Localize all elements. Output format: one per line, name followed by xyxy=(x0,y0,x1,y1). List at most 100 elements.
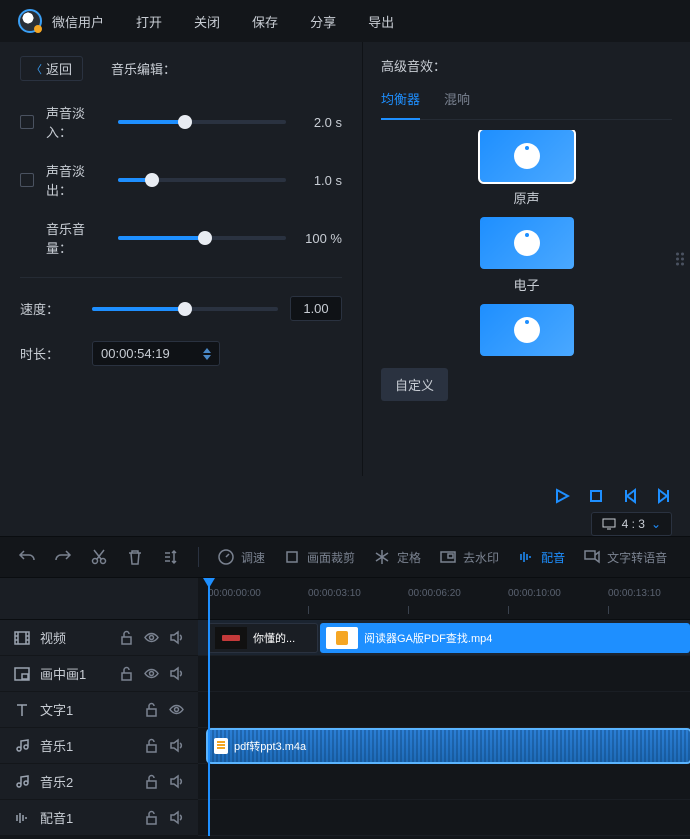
sound-icon[interactable] xyxy=(169,810,184,825)
music2-lane[interactable] xyxy=(198,764,690,800)
pip-lane[interactable] xyxy=(198,656,690,692)
tts-icon xyxy=(583,548,601,566)
ruler-tick: 00:00:03:10 xyxy=(308,588,361,599)
fade-in-checkbox[interactable] xyxy=(20,115,34,129)
next-icon[interactable] xyxy=(656,488,672,504)
volume-value: 100 % xyxy=(298,231,342,246)
speed-input[interactable]: 1.00 xyxy=(290,296,342,321)
split-icon[interactable] xyxy=(162,548,180,566)
tool-speed[interactable]: 调速 xyxy=(217,548,265,566)
crop-icon xyxy=(283,548,301,566)
ruler-tick: 00:00:13:10 xyxy=(608,588,661,599)
fade-in-slider[interactable] xyxy=(118,120,286,124)
music-edit-panel: 〈 返回 音乐编辑： 声音淡入： 2.0 s 声音淡出： 1.0 s 音乐音量： xyxy=(0,42,362,476)
drag-handle-icon[interactable] xyxy=(676,253,684,266)
duration-label: 时长： xyxy=(20,344,80,363)
tool-crop[interactable]: 画面裁剪 xyxy=(283,548,355,566)
aspect-ratio-dropdown[interactable]: 4 : 3 ⌄ xyxy=(591,512,672,536)
stop-icon[interactable] xyxy=(588,488,604,504)
menu-close[interactable]: 关闭 xyxy=(194,12,220,31)
prev-icon[interactable] xyxy=(622,488,638,504)
watermark-icon xyxy=(439,548,457,566)
file-icon xyxy=(214,738,228,754)
clip-video2[interactable]: 阅读器GA版PDF查找.mp4 xyxy=(320,623,690,653)
preset-label: 电子 xyxy=(513,275,539,294)
text-lane[interactable] xyxy=(198,692,690,728)
clip-video1[interactable]: 你懂的... xyxy=(208,623,318,653)
eye-icon[interactable] xyxy=(144,630,159,645)
tool-dub[interactable]: 配音 xyxy=(517,548,565,566)
tool-watermark[interactable]: 去水印 xyxy=(439,548,499,566)
menu-share[interactable]: 分享 xyxy=(310,12,336,31)
redo-icon[interactable] xyxy=(54,548,72,566)
clip-audio[interactable]: pdf转ppt3.m4a xyxy=(208,730,690,762)
preset-label: 原声 xyxy=(513,188,539,207)
preset-item[interactable] xyxy=(480,304,574,356)
delete-icon[interactable] xyxy=(126,548,144,566)
chevron-down-icon: ⌄ xyxy=(651,517,661,531)
lock-icon[interactable] xyxy=(119,666,134,681)
speed-icon xyxy=(217,548,235,566)
menu-save[interactable]: 保存 xyxy=(252,12,278,31)
tab-reverb[interactable]: 混响 xyxy=(444,89,470,119)
panel-title: 音乐编辑： xyxy=(111,59,176,78)
sound-icon[interactable] xyxy=(169,738,184,753)
preset-original[interactable] xyxy=(480,130,574,182)
undo-icon[interactable] xyxy=(18,548,36,566)
track-dub1[interactable]: 配音1 xyxy=(0,800,198,836)
dub-track-icon xyxy=(14,810,30,826)
track-music1[interactable]: 音乐1 xyxy=(0,728,198,764)
track-text1[interactable]: 文字1 xyxy=(0,692,198,728)
video-lane[interactable]: 你懂的... 阅读器GA版PDF查找.mp4 xyxy=(198,620,690,656)
tool-freeze[interactable]: 定格 xyxy=(373,548,421,566)
effects-title: 高级音效： xyxy=(381,56,672,75)
playhead[interactable] xyxy=(208,578,210,836)
lock-icon[interactable] xyxy=(119,630,134,645)
timeline: 视频 画中画1 文字1 音乐1 音乐2 xyxy=(0,578,690,836)
duration-down-icon[interactable] xyxy=(203,355,211,360)
lock-icon[interactable] xyxy=(144,702,159,717)
menu-open[interactable]: 打开 xyxy=(136,12,162,31)
music1-lane[interactable]: pdf转ppt3.m4a xyxy=(198,728,690,764)
film-icon xyxy=(14,630,30,646)
eye-icon[interactable] xyxy=(169,702,184,717)
avatar[interactable] xyxy=(18,9,42,33)
fade-out-label: 声音淡出： xyxy=(46,161,106,199)
cut-icon[interactable] xyxy=(90,548,108,566)
tab-equalizer[interactable]: 均衡器 xyxy=(381,89,420,120)
lock-icon[interactable] xyxy=(144,738,159,753)
speed-slider[interactable] xyxy=(92,307,278,311)
monitor-icon xyxy=(602,518,616,530)
lock-icon[interactable] xyxy=(144,774,159,789)
track-music2[interactable]: 音乐2 xyxy=(0,764,198,800)
duration-input[interactable]: 00:00:54:19 xyxy=(92,341,220,366)
preset-electronic[interactable] xyxy=(480,217,574,269)
fade-out-slider[interactable] xyxy=(118,178,286,182)
lock-icon[interactable] xyxy=(144,810,159,825)
sound-icon[interactable] xyxy=(169,774,184,789)
back-button[interactable]: 〈 返回 xyxy=(20,56,83,81)
clip-thumbnail xyxy=(326,627,358,649)
sound-icon[interactable] xyxy=(169,666,184,681)
text-icon xyxy=(14,702,30,718)
duration-up-icon[interactable] xyxy=(203,348,211,353)
music-icon xyxy=(14,738,30,754)
dub-lane[interactable] xyxy=(198,800,690,836)
tool-tts[interactable]: 文字转语音 xyxy=(583,548,667,566)
eye-icon[interactable] xyxy=(144,666,159,681)
tracks-area[interactable]: 00:00:00:00 00:00:03:10 00:00:06:20 00:0… xyxy=(198,578,690,836)
play-icon[interactable] xyxy=(554,488,570,504)
dub-icon xyxy=(517,548,535,566)
fade-out-checkbox[interactable] xyxy=(20,173,34,187)
fade-in-value: 2.0 s xyxy=(298,115,342,130)
volume-slider[interactable] xyxy=(118,236,286,240)
menu-export[interactable]: 导出 xyxy=(368,12,394,31)
track-pip1[interactable]: 画中画1 xyxy=(0,656,198,692)
custom-button[interactable]: 自定义 xyxy=(381,368,448,401)
track-video[interactable]: 视频 xyxy=(0,620,198,656)
track-labels: 视频 画中画1 文字1 音乐1 音乐2 xyxy=(0,578,198,836)
sound-icon[interactable] xyxy=(169,630,184,645)
chevron-left-icon: 〈 xyxy=(31,61,42,77)
speed-label: 速度： xyxy=(20,299,80,318)
time-ruler[interactable]: 00:00:00:00 00:00:03:10 00:00:06:20 00:0… xyxy=(198,578,690,620)
